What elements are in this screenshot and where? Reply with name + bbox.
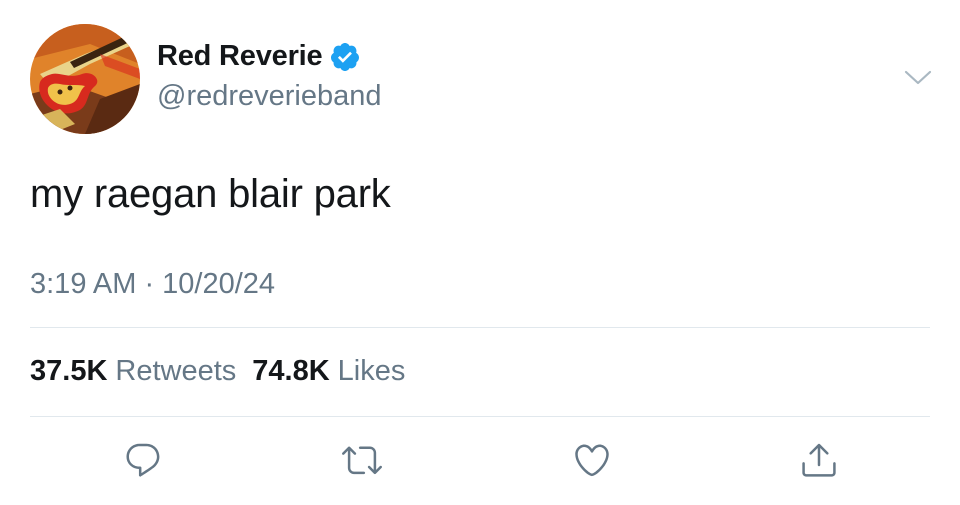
divider <box>30 416 930 417</box>
retweets-count: 37.5K <box>30 355 108 387</box>
reply-button[interactable] <box>121 438 165 482</box>
like-button[interactable] <box>570 438 614 482</box>
likes-count: 74.8K <box>252 355 330 387</box>
retweet-arrows-icon <box>342 446 382 475</box>
verified-badge-icon <box>329 41 361 73</box>
likes-label: Likes <box>337 355 406 387</box>
guitar-illustration-avatar <box>30 24 140 134</box>
handle[interactable]: @redreverieband <box>157 80 382 113</box>
tweet-stats: 37.5K Retweets 74.8K Likes <box>30 355 405 388</box>
avatar[interactable] <box>30 24 140 134</box>
speech-bubble-icon <box>126 443 160 477</box>
display-name[interactable]: Red Reverie <box>157 40 323 73</box>
share-button[interactable] <box>797 438 841 482</box>
retweets-stat[interactable]: 37.5K Retweets <box>30 355 236 388</box>
divider <box>30 327 930 328</box>
likes-stat[interactable]: 74.8K Likes <box>252 355 405 388</box>
heart-icon <box>575 444 609 477</box>
chevron-down-icon[interactable] <box>902 66 934 90</box>
author-name-row[interactable]: Red Reverie <box>157 40 361 73</box>
retweets-label: Retweets <box>115 355 237 387</box>
retweet-button[interactable] <box>340 438 384 482</box>
tweet-text: my raegan blair park <box>30 172 391 216</box>
tweet-timestamp[interactable]: 3:19 AM · 10/20/24 <box>30 268 275 301</box>
share-upload-icon <box>802 443 836 477</box>
